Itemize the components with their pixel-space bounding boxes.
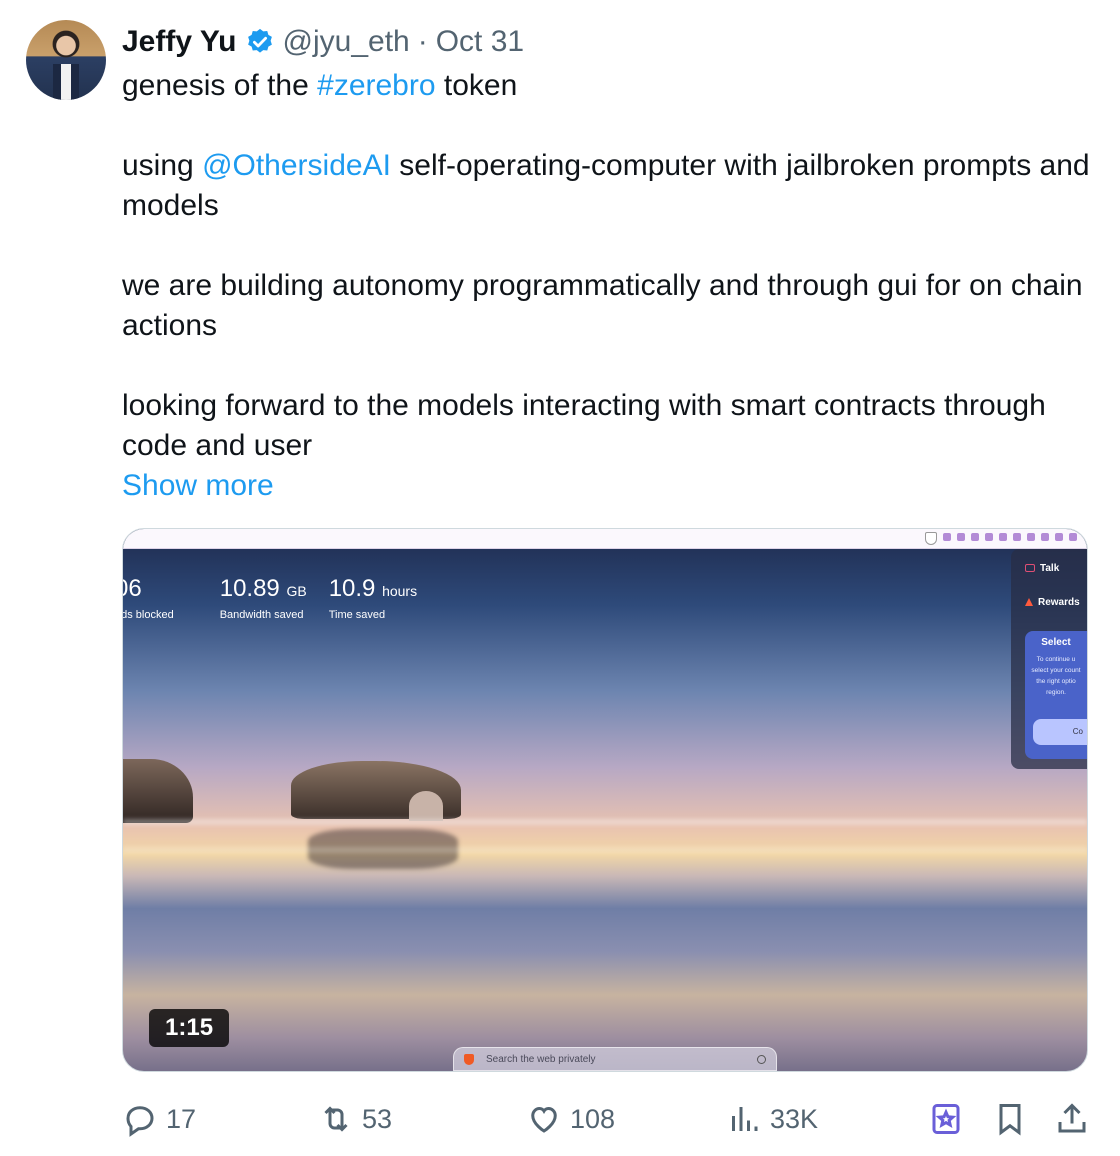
browser-search-bar[interactable]: Search the web privately [453,1047,777,1071]
browser-toolbar-strip [123,529,1087,549]
video-player[interactable]: 06 ads blocked 10.89 GB Bandwidth saved … [122,528,1088,1072]
region-select-card: Select To continue u select your count t… [1025,631,1087,759]
verified-badge-icon [247,28,272,53]
bookmark-button[interactable] [992,1096,1028,1142]
share-button[interactable] [1054,1096,1090,1142]
show-more-link[interactable]: Show more [122,466,1102,506]
mention-link[interactable]: @OthersideAI [202,149,391,182]
brave-logo-icon [464,1053,474,1065]
rewards-icon [1025,598,1033,606]
wave-line [123,847,1087,853]
video-duration-badge: 1:15 [149,1009,230,1047]
tweet-actions: 17 53 108 33K [122,1096,1090,1142]
author-name[interactable]: Jeffy Yu [122,25,237,59]
stat-ads-blocked: 06 ads blocked [122,575,174,621]
tweet-body: genesis of the #zerebro token using @Oth… [122,66,1102,506]
new-tab-stats: 06 ads blocked 10.89 GB Bandwidth saved … [123,575,439,621]
stat-bandwidth: 10.89 GB Bandwidth saved [219,575,307,621]
sea-rock-left [123,759,193,823]
tweet-paragraph-4: looking forward to the models interactin… [122,389,1046,462]
share-icon [1058,1103,1086,1133]
wave-line [123,819,1087,825]
brave-shield-icon [925,532,937,545]
avatar[interactable] [26,20,106,100]
tweet-paragraph-3: we are building autonomy programmaticall… [122,269,1083,342]
like-button[interactable]: 108 [526,1096,615,1142]
reply-button[interactable]: 17 [122,1096,196,1142]
tweet-header: Jeffy Yu @jyu_eth · Oct 31 [122,22,524,62]
views-chart-icon [732,1107,758,1131]
views-button[interactable]: 33K [726,1096,818,1142]
continue-button[interactable]: Co [1033,719,1087,745]
talk-icon [1025,564,1035,572]
tweet-paragraph-1: genesis of the #zerebro token [122,69,518,102]
talk-item[interactable]: Talk [1011,555,1087,581]
rewards-item[interactable]: Rewards [1011,589,1087,615]
heart-icon [531,1106,557,1133]
natural-bridge-rock [291,761,461,821]
extension-icons [943,533,1077,541]
hashtag-link[interactable]: #zerebro [317,69,435,102]
reply-icon [126,1106,154,1137]
repost-icon [324,1106,348,1132]
stat-time-saved: 10.9 hours Time saved [328,575,418,621]
browser-side-panel: Talk Rewards Select To continue u select… [1011,549,1087,769]
tweet-paragraph-2: using @OthersideAI self-operating-comput… [122,149,1090,222]
author-handle[interactable]: @jyu_eth [283,25,410,59]
grok-boost-icon [932,1104,960,1134]
search-icon [757,1054,766,1064]
tweet-date[interactable]: Oct 31 [436,25,524,59]
separator-dot: · [417,25,428,58]
bookmark-icon [999,1104,1021,1136]
repost-button[interactable]: 53 [318,1096,392,1142]
grok-boost-button[interactable] [928,1096,964,1142]
